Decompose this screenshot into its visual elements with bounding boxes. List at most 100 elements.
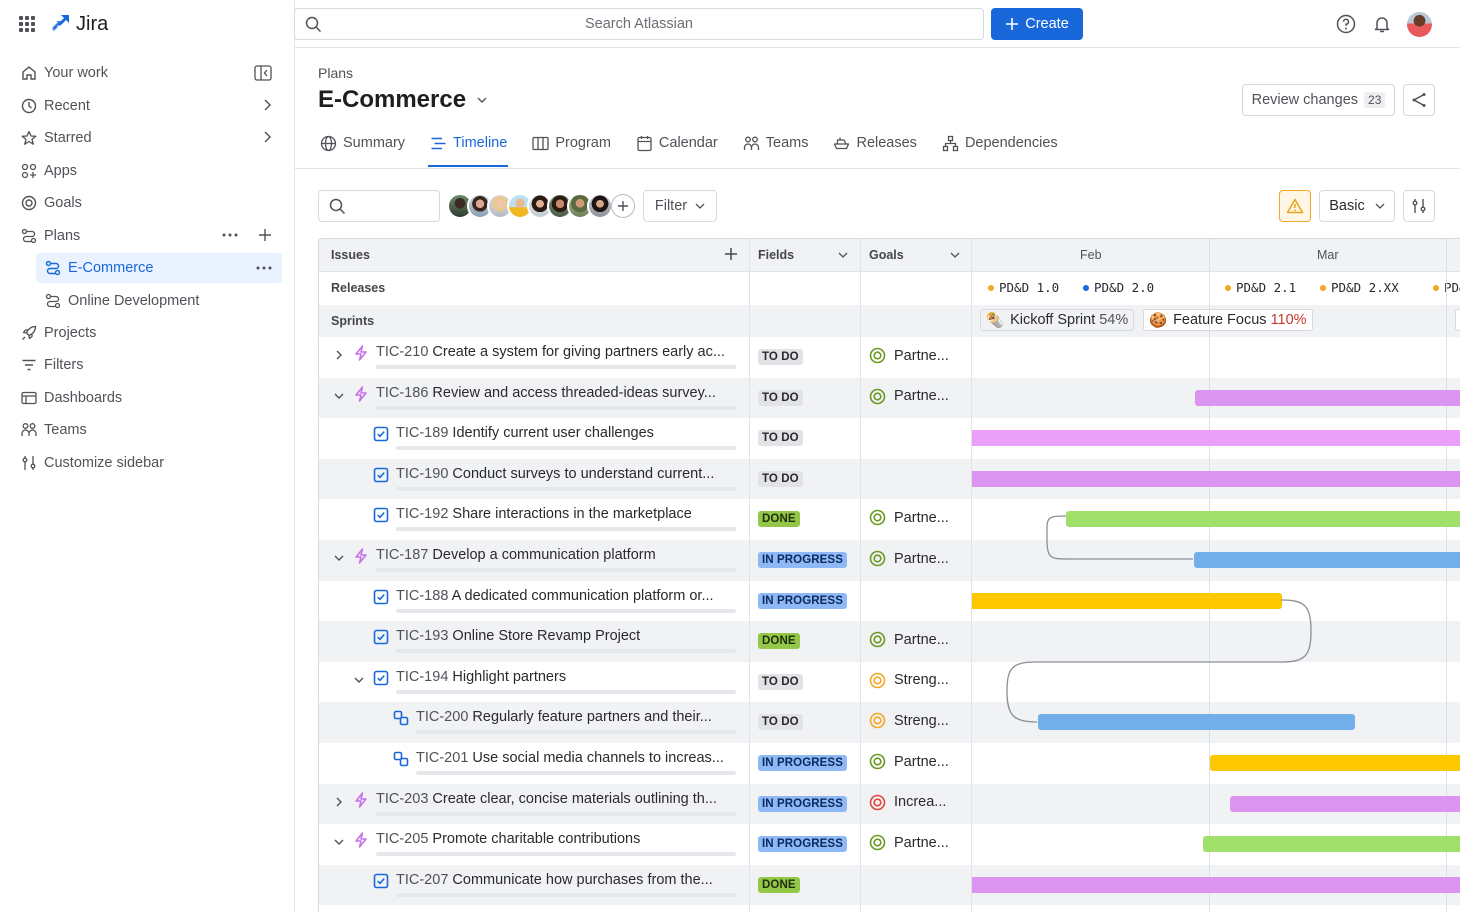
sidebar-item-recent[interactable]: Recent bbox=[12, 91, 282, 121]
chevron-down-icon bbox=[695, 203, 705, 209]
plans-icon bbox=[44, 259, 62, 277]
sidebar-item-label: E-Commerce bbox=[68, 260, 154, 276]
view-settings-button[interactable] bbox=[1403, 190, 1435, 222]
help-icon[interactable] bbox=[1335, 13, 1357, 35]
tab-label: Teams bbox=[765, 135, 809, 151]
warnings-button[interactable] bbox=[1279, 190, 1311, 222]
plan-title: E-Commerce bbox=[318, 86, 467, 113]
sidebar-item-label: Filters bbox=[44, 357, 84, 373]
timeline-grid: Issues Fields Goals Feb Mar Releases PD&… bbox=[318, 238, 1460, 912]
tab-teams[interactable]: Teams bbox=[741, 130, 822, 156]
jira-logo-icon bbox=[52, 15, 69, 31]
tab-bar: Summary Timeline Program Calendar Teams … bbox=[318, 130, 1081, 170]
sidebar-item-label: Projects bbox=[44, 325, 97, 341]
sidebar-item-plans[interactable]: Plans bbox=[12, 221, 282, 251]
more-icon[interactable] bbox=[256, 266, 272, 270]
filter-icon bbox=[20, 356, 38, 374]
tab-timeline[interactable]: Timeline bbox=[428, 130, 520, 167]
review-changes-button[interactable]: Review changes 23 bbox=[1242, 84, 1395, 116]
home-icon bbox=[20, 64, 38, 82]
goal-icon bbox=[20, 194, 38, 212]
sidebar-item-goals[interactable]: Goals bbox=[12, 188, 282, 218]
dependency-line bbox=[1046, 515, 1193, 560]
sidebar-item-label: Teams bbox=[44, 422, 87, 438]
tree-icon bbox=[942, 135, 959, 152]
star-icon bbox=[20, 129, 38, 147]
tab-program[interactable]: Program bbox=[530, 130, 624, 156]
sidebar-item-online-development[interactable]: Online Development bbox=[36, 286, 282, 316]
tab-label: Program bbox=[555, 135, 611, 151]
page-title[interactable]: E-Commerce bbox=[318, 86, 488, 114]
sidebar-item-label: Dashboards bbox=[44, 390, 123, 406]
dashboard-icon bbox=[20, 389, 38, 407]
collapse-sidebar-icon[interactable] bbox=[254, 65, 272, 81]
chevron-right-icon[interactable] bbox=[262, 130, 272, 144]
clock-icon bbox=[20, 97, 38, 115]
sidebar-item-dashboards[interactable]: Dashboards bbox=[12, 383, 282, 413]
create-button[interactable]: Create bbox=[991, 8, 1083, 40]
tab-label: Timeline bbox=[453, 135, 508, 151]
sidebar-item-teams[interactable]: Teams bbox=[12, 415, 282, 445]
app-switcher-icon[interactable] bbox=[18, 15, 36, 33]
globe-icon bbox=[320, 135, 337, 152]
tab-summary[interactable]: Summary bbox=[318, 130, 418, 156]
global-search-input[interactable]: Search Atlassian bbox=[294, 8, 984, 40]
dependency-line bbox=[1006, 599, 1312, 723]
topbar-divider bbox=[295, 47, 1460, 48]
sidebar-item-apps[interactable]: Apps bbox=[12, 156, 282, 186]
tab-releases[interactable]: Releases bbox=[831, 130, 929, 156]
sidebar-item-label: Starred bbox=[44, 130, 92, 146]
add-icon[interactable] bbox=[258, 228, 272, 242]
filter-label: Filter bbox=[654, 198, 688, 214]
warning-icon bbox=[1286, 198, 1304, 214]
jira-logo[interactable]: Jira bbox=[50, 13, 108, 36]
notifications-bell-icon[interactable] bbox=[1371, 13, 1393, 35]
sidebar-item-label: Plans bbox=[44, 228, 81, 244]
breadcrumb[interactable]: Plans bbox=[318, 65, 353, 81]
apps-icon bbox=[20, 162, 38, 180]
sidebar-item-customize-sidebar[interactable]: Customize sidebar bbox=[12, 448, 282, 478]
review-changes-label: Review changes bbox=[1251, 92, 1359, 108]
tab-label: Dependencies bbox=[964, 135, 1058, 151]
more-icon[interactable] bbox=[222, 233, 238, 237]
chevron-down-icon bbox=[476, 96, 488, 104]
create-label: Create bbox=[1025, 16, 1069, 32]
timeline-search-input[interactable] bbox=[318, 190, 440, 222]
tab-label: Summary bbox=[343, 135, 406, 151]
filter-button[interactable]: Filter bbox=[643, 190, 717, 222]
chevron-right-icon[interactable] bbox=[262, 98, 272, 112]
view-mode-dropdown[interactable]: Basic bbox=[1319, 190, 1395, 222]
sidebar-item-label: Apps bbox=[44, 163, 78, 179]
sidebar: Jira Your work Recent Starred Apps Goals… bbox=[0, 0, 295, 912]
share-button[interactable] bbox=[1403, 84, 1435, 116]
sidebar-item-filters[interactable]: Filters bbox=[12, 350, 282, 380]
people-icon bbox=[20, 421, 38, 439]
add-people-button[interactable] bbox=[611, 194, 635, 218]
settings-sliders-icon bbox=[1411, 198, 1427, 214]
sidebar-item-label: Customize sidebar bbox=[44, 455, 165, 471]
ship-icon bbox=[833, 135, 850, 152]
sidebar-item-e-commerce[interactable]: E-Commerce bbox=[36, 253, 282, 283]
share-icon bbox=[1411, 92, 1427, 108]
sidebar-item-your-work[interactable]: Your work bbox=[12, 58, 282, 88]
plans-icon bbox=[44, 292, 62, 310]
tab-label: Releases bbox=[856, 135, 917, 151]
chevron-down-icon bbox=[1375, 203, 1385, 209]
sidebar-item-label: Goals bbox=[44, 195, 82, 211]
avatar[interactable] bbox=[587, 193, 613, 219]
dependency-lines bbox=[1006, 515, 1312, 723]
sidebar-item-projects[interactable]: Projects bbox=[12, 318, 282, 348]
plans-icon bbox=[20, 227, 38, 245]
sidebar-item-label: Recent bbox=[44, 98, 90, 114]
timeline-icon bbox=[430, 135, 447, 152]
board-icon bbox=[532, 135, 549, 152]
customize-icon bbox=[20, 454, 38, 472]
rocket-icon bbox=[20, 324, 38, 342]
sidebar-item-label: Your work bbox=[44, 65, 108, 81]
tab-calendar[interactable]: Calendar bbox=[634, 130, 731, 156]
calendar-icon bbox=[636, 135, 653, 152]
tab-label: Calendar bbox=[658, 135, 718, 151]
user-avatar[interactable] bbox=[1407, 12, 1432, 37]
tab-dependencies[interactable]: Dependencies bbox=[940, 130, 1071, 156]
sidebar-item-starred[interactable]: Starred bbox=[12, 123, 282, 153]
